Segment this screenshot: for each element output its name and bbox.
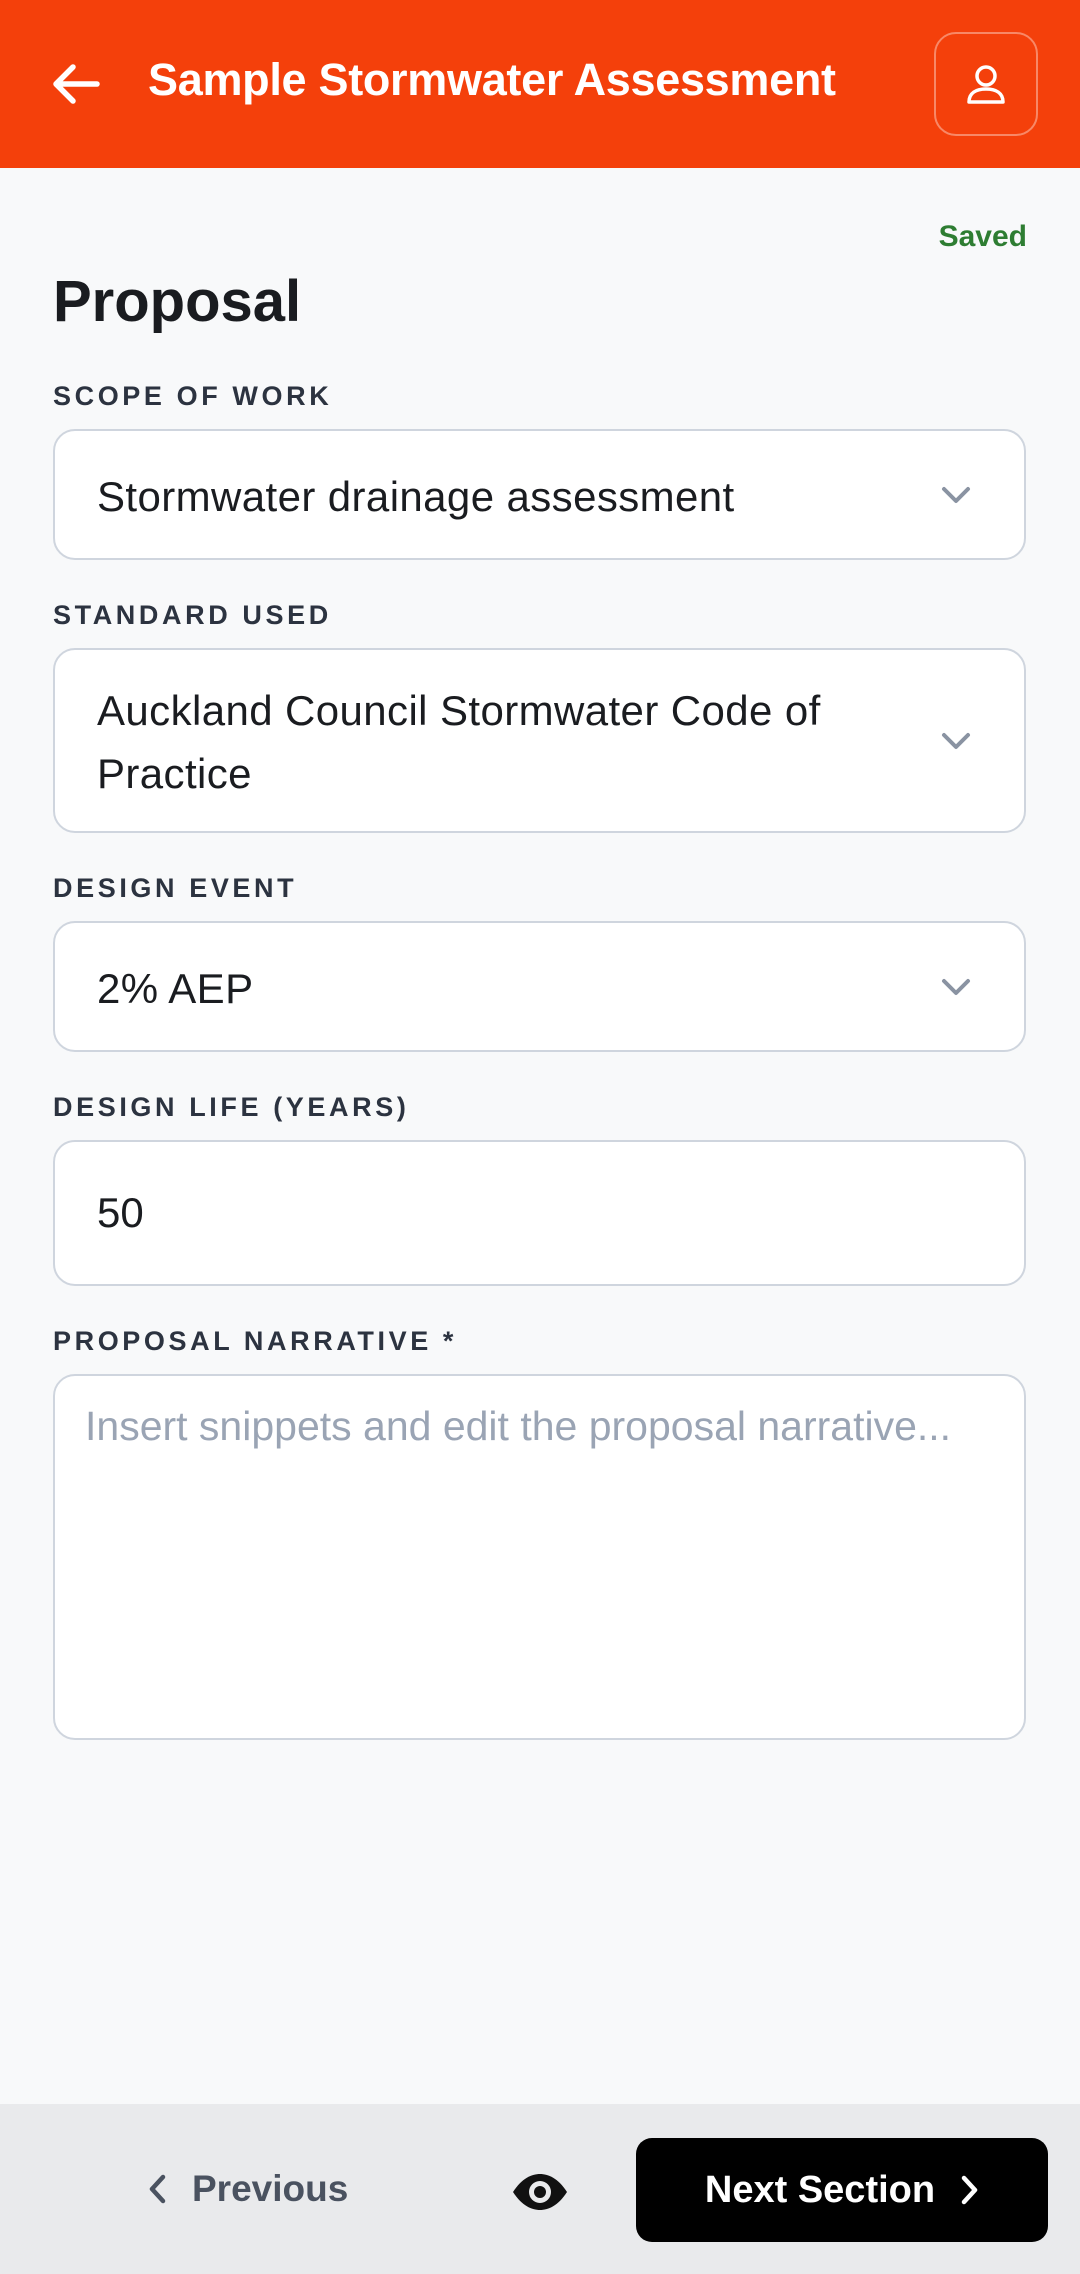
design-event-label: DESIGN EVENT (53, 873, 298, 903)
eye-icon (513, 2174, 567, 2210)
top-app-bar: Sample Stormwater Assessment (0, 0, 1080, 168)
chevron-left-icon (149, 2174, 166, 2204)
chevron-down-icon (938, 477, 974, 513)
saved-status: Saved (938, 220, 1027, 253)
next-section-button[interactable]: Next Section (636, 2138, 1048, 2242)
design-life-label: DESIGN LIFE (YEARS) (53, 1092, 410, 1122)
standard-used-select[interactable]: Auckland Council Stormwater Code of Prac… (53, 648, 1026, 833)
design-life-input[interactable] (53, 1140, 1026, 1286)
proposal-narrative-textarea[interactable] (53, 1374, 1026, 1740)
previous-button-label: Previous (192, 2168, 349, 2209)
chevron-down-icon (938, 723, 974, 759)
scope-of-work-value: Stormwater drainage assessment (97, 473, 735, 520)
design-event-select[interactable]: 2% AEP (53, 921, 1026, 1052)
preview-button[interactable] (508, 2160, 572, 2224)
design-event-value: 2% AEP (97, 965, 254, 1012)
standard-used-label: STANDARD USED (53, 600, 332, 630)
standard-used-value: Auckland Council Stormwater Code of Prac… (97, 687, 821, 797)
scope-of-work-label: SCOPE OF WORK (53, 381, 333, 411)
proposal-narrative-label: PROPOSAL NARRATIVE * (53, 1326, 458, 1356)
page-header-title: Sample Stormwater Assessment (148, 54, 836, 105)
previous-button[interactable]: Previous (148, 2154, 348, 2224)
next-section-button-label: Next Section (704, 2168, 936, 2211)
chevron-right-icon (961, 2175, 978, 2205)
app-root: Sample Stormwater Assessment Saved Propo… (0, 0, 1080, 2274)
profile-button[interactable] (934, 32, 1038, 136)
back-button[interactable] (38, 44, 114, 124)
scope-of-work-select[interactable]: Stormwater drainage assessment (53, 429, 1026, 560)
chevron-down-icon (938, 969, 974, 1005)
user-icon (967, 65, 1005, 104)
section-title: Proposal (53, 269, 302, 334)
arrow-left-icon (53, 64, 100, 104)
